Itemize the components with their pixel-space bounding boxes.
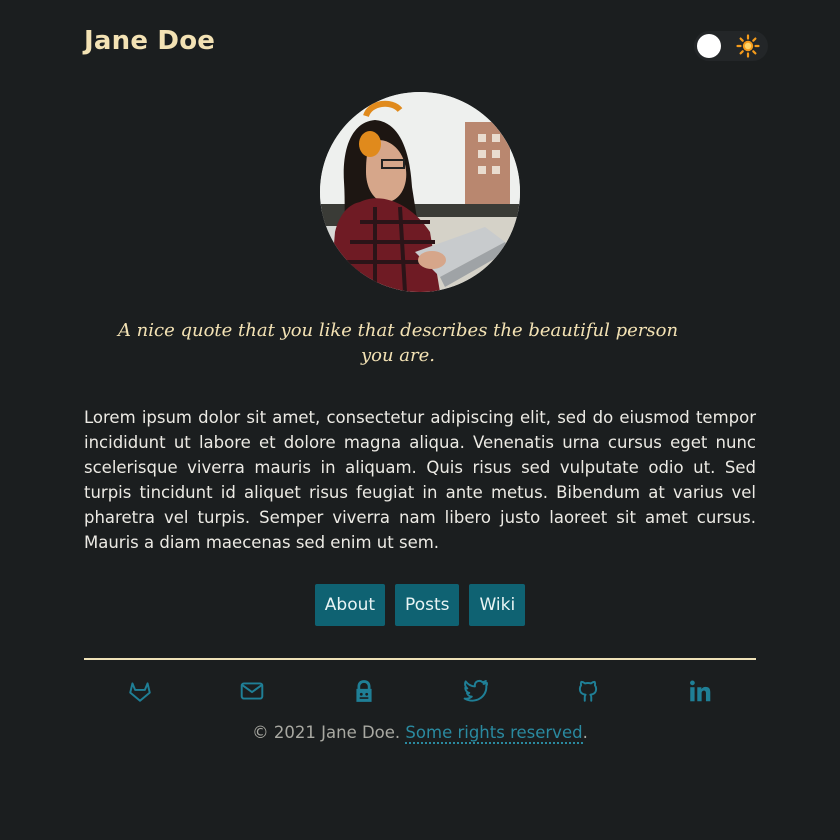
toggle-knob[interactable] [697,34,721,58]
copyright-text: © 2021 Jane Doe. [252,723,401,742]
twitter-icon [463,679,489,702]
sun-icon [736,34,760,58]
twitter-link[interactable] [463,678,489,704]
social-links [84,678,756,704]
keybase-link[interactable] [351,678,377,704]
footer-period: . [582,723,588,742]
license-link[interactable]: Some rights reserved [405,723,583,744]
nav-about-button[interactable]: About [314,584,386,626]
avatar [320,92,520,292]
gitlab-link[interactable] [127,678,153,704]
profile-quote: A nice quote that you like that describe… [117,320,679,366]
main-nav: About Posts Wiki [0,584,840,626]
github-icon [578,680,598,702]
email-link[interactable] [239,678,265,704]
gitlab-icon [129,682,151,702]
footer-divider [84,658,756,660]
nav-wiki-button[interactable]: Wiki [469,584,526,626]
linkedin-link[interactable] [687,678,713,704]
theme-toggle[interactable] [694,31,768,61]
profile-bio: Lorem ipsum dolor sit amet, consectetur … [84,408,756,552]
mail-icon [240,682,264,700]
nav-posts-button[interactable]: Posts [395,584,460,626]
github-link[interactable] [575,678,601,704]
keybase-icon [356,680,372,702]
site-title[interactable]: Jane Doe [84,24,215,58]
page: Jane Doe A nice quote that you like that… [0,0,840,840]
footer: © 2021 Jane Doe. Some rights reserved. [0,720,840,746]
linkedin-icon [690,680,711,702]
avatar-image [320,92,520,292]
